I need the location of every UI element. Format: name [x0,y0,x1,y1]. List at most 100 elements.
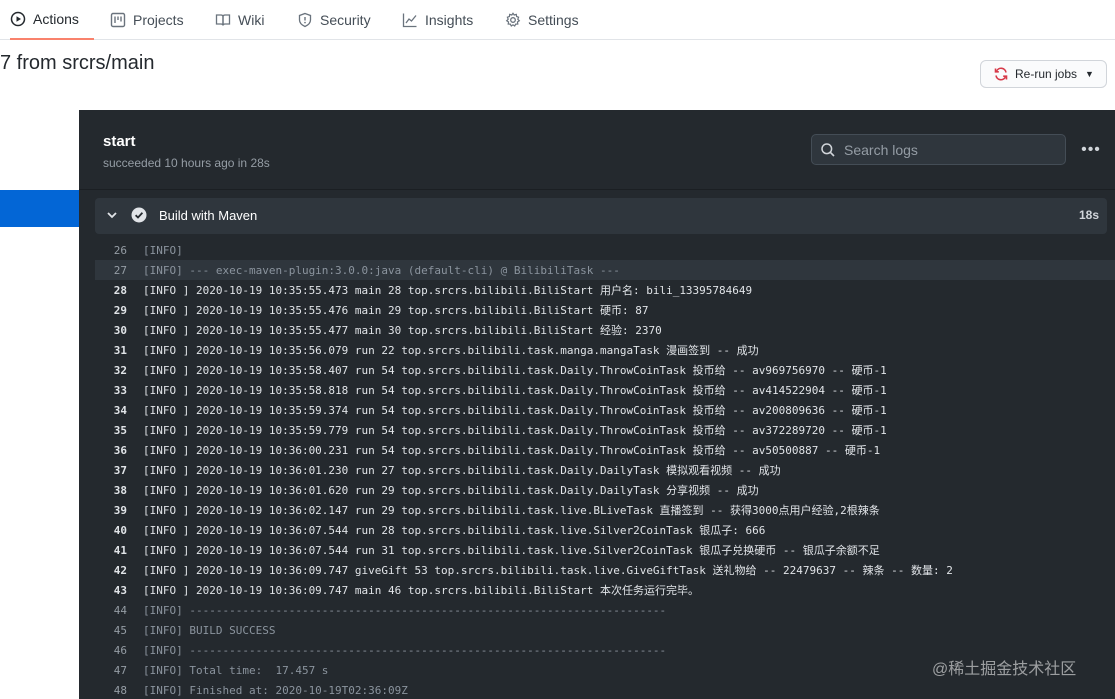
tab-projects[interactable]: Projects [110,0,184,40]
log-line-number[interactable]: 44 [95,604,143,617]
check-circle-icon [131,207,147,223]
log-line: 37 [INFO ] 2020-10-19 10:36:01.230 run 27… [95,460,1115,480]
log-line-text: [INFO ] 2020-10-19 10:36:01.620 run 29 t… [143,484,759,497]
graph-icon [402,13,417,28]
log-line: 31 [INFO ] 2020-10-19 10:35:56.079 run 22… [95,340,1115,360]
log-line: 39 [INFO ] 2020-10-19 10:36:02.147 run 29… [95,500,1115,520]
log-line-text: [INFO ] 2020-10-19 10:35:59.779 run 54 t… [143,424,887,437]
log-line: 38 [INFO ] 2020-10-19 10:36:01.620 run 29… [95,480,1115,500]
book-icon [215,14,231,26]
log-line: 43 [INFO ] 2020-10-19 10:36:09.747 main 4… [95,580,1115,600]
log-line-number[interactable]: 38 [95,484,143,497]
tab-settings[interactable]: Settings [505,0,579,40]
step-name: Build with Maven [159,208,258,223]
rerun-jobs-label: Re-run jobs [1015,67,1078,81]
tab-wiki[interactable]: Wiki [215,0,264,40]
tab-settings-label: Settings [528,12,579,28]
log-line-text: [INFO] --- exec-maven-plugin:3.0.0:java … [143,263,620,277]
tab-projects-label: Projects [133,12,184,28]
log-line: 27 [INFO] --- exec-maven-plugin:3.0.0:jav… [95,260,1115,280]
log-line-number[interactable]: 39 [95,504,143,517]
log-line-number[interactable]: 37 [95,464,143,477]
tab-insights[interactable]: Insights [402,0,473,40]
log-line-text: [INFO ] 2020-10-19 10:35:55.477 main 30 … [143,324,662,337]
gear-icon [505,12,521,27]
log-line-number[interactable]: 34 [95,404,143,417]
log-line: 41 [INFO ] 2020-10-19 10:36:07.544 run 31… [95,540,1115,560]
log-line-number[interactable]: 42 [95,564,143,577]
log-line-number[interactable]: 35 [95,424,143,437]
shield-icon [298,12,312,28]
log-line-text: [INFO] Total time: 17.457 s [143,663,329,677]
log-line-number[interactable]: 30 [95,324,143,337]
play-icon [10,11,26,27]
search-logs-field[interactable] [811,134,1066,165]
log-line-number[interactable]: 36 [95,444,143,457]
tab-wiki-label: Wiki [238,12,265,28]
rerun-jobs-button[interactable]: Re-run jobs ▼ [980,60,1107,88]
log-line-number[interactable]: 43 [95,584,143,597]
step-duration: 18s [1078,208,1099,222]
log-line-text: [INFO] ---------------------------------… [143,603,667,617]
log-line-number[interactable]: 32 [95,364,143,377]
log-line: 32 [INFO ] 2020-10-19 10:35:58.407 run 54… [95,360,1115,380]
log-line: 36 [INFO ] 2020-10-19 10:36:00.231 run 54… [95,440,1115,460]
log-line-text: [INFO ] 2020-10-19 10:35:59.374 run 54 t… [143,404,887,417]
tab-actions-label: Actions [33,11,79,27]
watermark: @稀土掘金技术社区 [932,661,1077,678]
log-line-text: [INFO] Finished at: 2020-10-19T02:36:09Z [143,683,408,697]
log-line-number[interactable]: 29 [95,304,143,317]
log-line: 29 [INFO ] 2020-10-19 10:35:55.476 main 2… [95,300,1115,320]
log-line-number[interactable]: 47 [95,664,143,677]
log-line: 26 [INFO] [95,240,1115,260]
log-line: 33 [INFO ] 2020-10-19 10:35:58.818 run 54… [95,380,1115,400]
run-title: 7 from srcrs/main [0,52,155,74]
log-line: 42 [INFO ] 2020-10-19 10:36:09.747 giveGi… [95,560,1115,580]
sync-icon [994,67,1008,81]
log-line: 40 [INFO ] 2020-10-19 10:36:07.544 run 28… [95,520,1115,540]
job-status: succeeded 10 hours ago in 28s [103,156,270,170]
chevron-down-icon: ▼ [1085,69,1094,79]
log-line-number[interactable]: 45 [95,624,143,637]
log-line: 48 [INFO] Finished at: 2020-10-19T02:36:0… [95,680,1115,699]
log-line-number[interactable]: 48 [95,684,143,697]
project-icon [110,12,126,28]
tab-actions[interactable]: Actions [10,0,94,40]
log-line-text: [INFO ] 2020-10-19 10:36:07.544 run 31 t… [143,544,880,557]
chevron-down-icon[interactable] [104,207,120,223]
log-line: 44 [INFO] -------------------------------… [95,600,1115,620]
log-line-number[interactable]: 33 [95,384,143,397]
search-logs-input[interactable] [844,141,1054,158]
log-line-number[interactable]: 41 [95,544,143,557]
log-line-text: [INFO] [143,243,183,257]
log-line-text: [INFO ] 2020-10-19 10:35:58.407 run 54 t… [143,364,887,377]
log-line-number[interactable]: 31 [95,344,143,357]
sidebar-item-selected-job[interactable] [0,190,79,227]
log-line-text: [INFO ] 2020-10-19 10:36:09.747 main 46 … [143,584,699,597]
log-line-text: [INFO ] 2020-10-19 10:36:01.230 run 27 t… [143,464,781,477]
log-line-number[interactable]: 27 [95,264,143,277]
tab-insights-label: Insights [425,12,474,28]
log-line-number[interactable]: 40 [95,524,143,537]
tab-security[interactable]: Security [297,0,371,40]
more-options-icon[interactable]: ••• [1078,140,1104,160]
log-line-text: [INFO ] 2020-10-19 10:36:00.231 run 54 t… [143,444,881,457]
log-line-text: [INFO ] 2020-10-19 10:36:02.147 run 29 t… [143,504,880,517]
log-line: 34 [INFO ] 2020-10-19 10:35:59.374 run 54… [95,400,1115,420]
log-line-text: [INFO ] 2020-10-19 10:36:09.747 giveGift… [143,564,953,577]
log-line: 45 [INFO] BUILD SUCCESS [95,620,1115,640]
panel-divider [79,189,1115,190]
log-line-text: [INFO ] 2020-10-19 10:35:58.818 run 54 t… [143,384,887,397]
log-line: 30 [INFO ] 2020-10-19 10:35:55.477 main 3… [95,320,1115,340]
tab-security-label: Security [320,12,371,28]
log-line-clipped [159,230,219,236]
search-icon [821,142,835,157]
log-line-text: [INFO ] 2020-10-19 10:35:55.476 main 29 … [143,304,649,317]
log-line-number[interactable]: 46 [95,644,143,657]
log-line-text: [INFO] ---------------------------------… [143,643,667,657]
repo-nav: Actions Projects Wiki Security Insights … [0,0,1115,40]
log-line: 28 [INFO ] 2020-10-19 10:35:55.473 main 2… [95,280,1115,300]
log-line-number[interactable]: 28 [95,284,143,297]
log-line-number[interactable]: 26 [95,244,143,257]
log-line-text: [INFO ] 2020-10-19 10:35:55.473 main 28 … [143,284,753,297]
